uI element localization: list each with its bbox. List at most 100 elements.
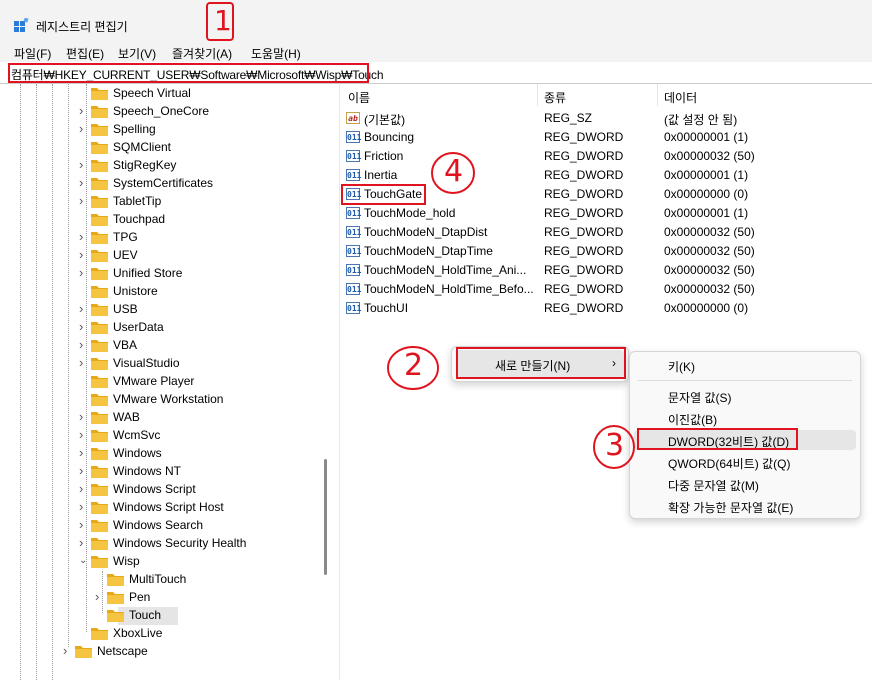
tree-item[interactable]: › TPG (0, 229, 320, 247)
value-row[interactable]: 011 Friction REG_DWORD 0x00000032 (50) (341, 147, 872, 166)
tree-item[interactable]: › WcmSvc (0, 427, 320, 445)
tree-scrollbar-thumb[interactable] (324, 459, 327, 575)
tree-item[interactable]: Unistore (0, 283, 320, 301)
value-row[interactable]: 011 TouchModeN_DtapDist REG_DWORD 0x0000003… (341, 223, 872, 242)
chevron-right-icon[interactable]: › (79, 319, 89, 334)
value-name: TouchModeN_DtapTime (364, 244, 493, 258)
chevron-right-icon[interactable]: › (79, 499, 89, 514)
tree-item[interactable]: › Unified Store (0, 265, 320, 283)
annotation-step-2: 2 (385, 344, 441, 392)
column-header-data[interactable]: 데이터 (664, 89, 697, 106)
menu-item-key[interactable]: 키(K) (668, 358, 695, 375)
value-row[interactable]: 011 Inertia REG_DWORD 0x00000001 (1) (341, 166, 872, 185)
folder-icon (91, 214, 108, 226)
tree-item[interactable]: XboxLive (0, 625, 320, 643)
value-row[interactable]: 011 TouchUI REG_DWORD 0x00000000 (0) (341, 299, 872, 318)
chevron-right-icon[interactable]: › (79, 229, 89, 244)
menu-file[interactable]: 파일(F) (14, 45, 51, 62)
value-row[interactable]: 011 TouchModeN_HoldTime_Ani... REG_DWORD 0x… (341, 261, 872, 280)
chevron-right-icon[interactable]: › (95, 589, 105, 604)
menu-help[interactable]: 도움말(H) (251, 45, 301, 62)
tree-item[interactable]: VMware Player (0, 373, 320, 391)
chevron-right-icon[interactable]: › (79, 247, 89, 262)
value-name: TouchModeN_HoldTime_Befo... (364, 282, 534, 296)
chevron-down-icon[interactable]: ⌄ (79, 555, 89, 566)
chevron-right-icon[interactable]: › (79, 121, 89, 136)
pane-splitter[interactable] (318, 84, 340, 680)
menu-item-string-value[interactable]: 문자열 값(S) (668, 389, 732, 406)
chevron-right-icon[interactable]: › (79, 103, 89, 118)
value-data: 0x00000032 (50) (664, 244, 755, 258)
chevron-right-icon[interactable]: › (79, 427, 89, 442)
chevron-right-icon[interactable]: › (79, 157, 89, 172)
value-row[interactable]: ab (기본값) REG_SZ (값 설정 안 됨) (341, 109, 872, 128)
title-bar: 레지스트리 편집기 (0, 0, 872, 42)
chevron-right-icon[interactable]: › (79, 301, 89, 316)
tree-item[interactable]: › Windows (0, 445, 320, 463)
menu-item-qword-value[interactable]: QWORD(64비트) 값(Q) (668, 455, 790, 472)
value-row[interactable]: 011 TouchMode_hold REG_DWORD 0x00000001 (1) (341, 204, 872, 223)
chevron-right-icon[interactable]: › (79, 355, 89, 370)
tree-item[interactable]: › StigRegKey (0, 157, 320, 175)
menu-favorites[interactable]: 즐겨찾기(A) (172, 45, 232, 62)
folder-icon (107, 610, 124, 622)
tree-item[interactable]: SQMClient (0, 139, 320, 157)
column-header-name[interactable]: 이름 (348, 89, 370, 106)
value-row[interactable]: 011 TouchModeN_DtapTime REG_DWORD 0x0000003… (341, 242, 872, 261)
tree-item[interactable]: VMware Workstation (0, 391, 320, 409)
value-data: 0x00000032 (50) (664, 282, 755, 296)
value-type: REG_DWORD (544, 282, 624, 296)
tree-item[interactable]: › Windows Script Host (0, 499, 320, 517)
chevron-right-icon[interactable]: › (79, 193, 89, 208)
menu-item-multi-string-value[interactable]: 다중 문자열 값(M) (668, 477, 759, 494)
tree-item-label: SQMClient (113, 140, 172, 154)
tree-item[interactable]: ⌄ Wisp (0, 553, 320, 571)
value-type: REG_SZ (544, 111, 593, 125)
tree-item[interactable]: › USB (0, 301, 320, 319)
value-row[interactable]: 011 Bouncing REG_DWORD 0x00000001 (1) (341, 128, 872, 147)
folder-icon (107, 574, 124, 586)
tree-item[interactable]: › Windows Search (0, 517, 320, 535)
tree-item[interactable]: MultiTouch (0, 571, 320, 589)
menu-edit[interactable]: 편집(E) (66, 45, 104, 62)
column-divider[interactable] (657, 84, 658, 106)
chevron-right-icon[interactable]: › (79, 481, 89, 496)
tree-item[interactable]: › SystemCertificates (0, 175, 320, 193)
tree-item[interactable]: › Speech_OneCore (0, 103, 320, 121)
tree-item[interactable]: › WAB (0, 409, 320, 427)
chevron-right-icon[interactable]: › (79, 517, 89, 532)
chevron-right-icon[interactable]: › (79, 175, 89, 190)
tree-item[interactable]: › TabletTip (0, 193, 320, 211)
tree-item[interactable]: › Windows Security Health (0, 535, 320, 553)
chevron-right-icon[interactable]: › (79, 535, 89, 550)
column-header-type[interactable]: 종류 (544, 89, 566, 106)
tree-item[interactable]: Speech Virtual (0, 85, 320, 103)
value-row[interactable]: 011 TouchModeN_HoldTime_Befo... REG_DWORD 0… (341, 280, 872, 299)
chevron-right-icon[interactable]: › (79, 265, 89, 280)
value-data: 0x00000001 (1) (664, 206, 749, 220)
chevron-right-icon[interactable]: › (79, 445, 89, 460)
menu-view[interactable]: 보기(V) (118, 45, 156, 62)
tree-item[interactable]: › Windows NT (0, 463, 320, 481)
folder-icon (91, 322, 108, 334)
chevron-right-icon[interactable]: › (79, 337, 89, 352)
folder-icon (91, 106, 108, 118)
tree-item[interactable]: › Netscape (0, 643, 320, 661)
tree-item[interactable]: › Windows Script (0, 481, 320, 499)
tree-item[interactable]: › VBA (0, 337, 320, 355)
tree-item[interactable]: › UserData (0, 319, 320, 337)
chevron-right-icon[interactable]: › (79, 463, 89, 478)
tree-item[interactable]: Touch (0, 607, 320, 625)
menu-item-expandable-string-value[interactable]: 확장 가능한 문자열 값(E) (668, 499, 793, 516)
tree-item-label: Speech_OneCore (113, 104, 210, 118)
chevron-right-icon[interactable]: › (79, 409, 89, 424)
annotation-step-1-label: 1 (214, 4, 232, 37)
column-divider[interactable] (537, 84, 538, 106)
chevron-right-icon[interactable]: › (63, 643, 73, 658)
menu-item-binary-value[interactable]: 이진값(B) (668, 411, 717, 428)
tree-item[interactable]: Touchpad (0, 211, 320, 229)
tree-item[interactable]: › UEV (0, 247, 320, 265)
tree-item[interactable]: › Spelling (0, 121, 320, 139)
tree-item[interactable]: › Pen (0, 589, 320, 607)
tree-item[interactable]: › VisualStudio (0, 355, 320, 373)
